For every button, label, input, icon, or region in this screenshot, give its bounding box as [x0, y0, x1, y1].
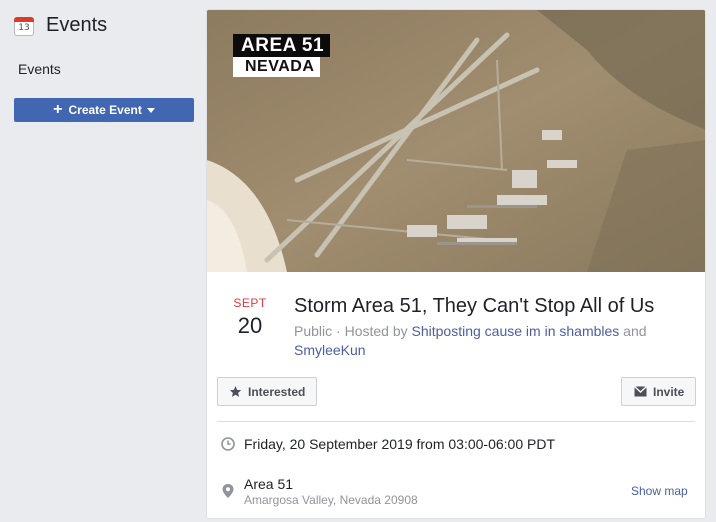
- star-icon: [229, 385, 242, 398]
- sidebar-title[interactable]: Events: [46, 14, 107, 37]
- divider: [217, 421, 695, 422]
- invite-button[interactable]: Invite: [621, 377, 696, 406]
- calendar-icon-day: 13: [14, 21, 34, 36]
- calendar-icon: 13: [14, 16, 34, 36]
- event-card: AREA 51 NEVADA SEPT 20 Storm Area 51, Th…: [206, 9, 706, 519]
- event-cover-photo[interactable]: AREA 51 NEVADA: [207, 10, 705, 272]
- interested-label: Interested: [248, 384, 306, 399]
- plus-icon: +: [53, 101, 63, 118]
- sidebar-item-events[interactable]: Events: [18, 61, 61, 77]
- event-datetime: Friday, 20 September 2019 from 03:00-06:…: [244, 436, 556, 452]
- host-link-2[interactable]: SmyleeKun: [294, 342, 366, 358]
- event-title[interactable]: Storm Area 51, They Can't Stop All of Us: [294, 295, 654, 318]
- event-host-info: Public · Hosted by Shitposting cause im …: [294, 322, 664, 360]
- host-link-1[interactable]: Shitposting cause im in shambles: [412, 323, 620, 339]
- event-date-month: SEPT: [233, 296, 267, 310]
- clock-icon: [221, 437, 235, 451]
- invite-label: Invite: [653, 384, 685, 399]
- and-text: and: [619, 323, 647, 339]
- create-event-label: Create Event: [68, 103, 142, 117]
- location-name[interactable]: Area 51: [244, 476, 293, 492]
- hosted-by-text: · Hosted by: [332, 323, 412, 339]
- sidebar-header: 13 Events: [14, 14, 107, 37]
- sidebar: 13 Events Events + Create Event: [0, 0, 206, 522]
- event-privacy: Public: [294, 323, 333, 339]
- banner-line1: AREA 51: [233, 34, 331, 57]
- caret-down-icon: [146, 107, 155, 113]
- location-address: Amargosa Valley, Nevada 20908: [244, 493, 418, 507]
- create-event-button[interactable]: + Create Event: [14, 98, 194, 122]
- banner-line2: NEVADA: [233, 57, 321, 77]
- interested-button[interactable]: Interested: [217, 377, 317, 406]
- envelope-icon: [634, 386, 647, 397]
- event-date-day: 20: [237, 313, 263, 338]
- show-map-link[interactable]: Show map: [631, 484, 688, 498]
- map-pin-icon: [221, 484, 235, 498]
